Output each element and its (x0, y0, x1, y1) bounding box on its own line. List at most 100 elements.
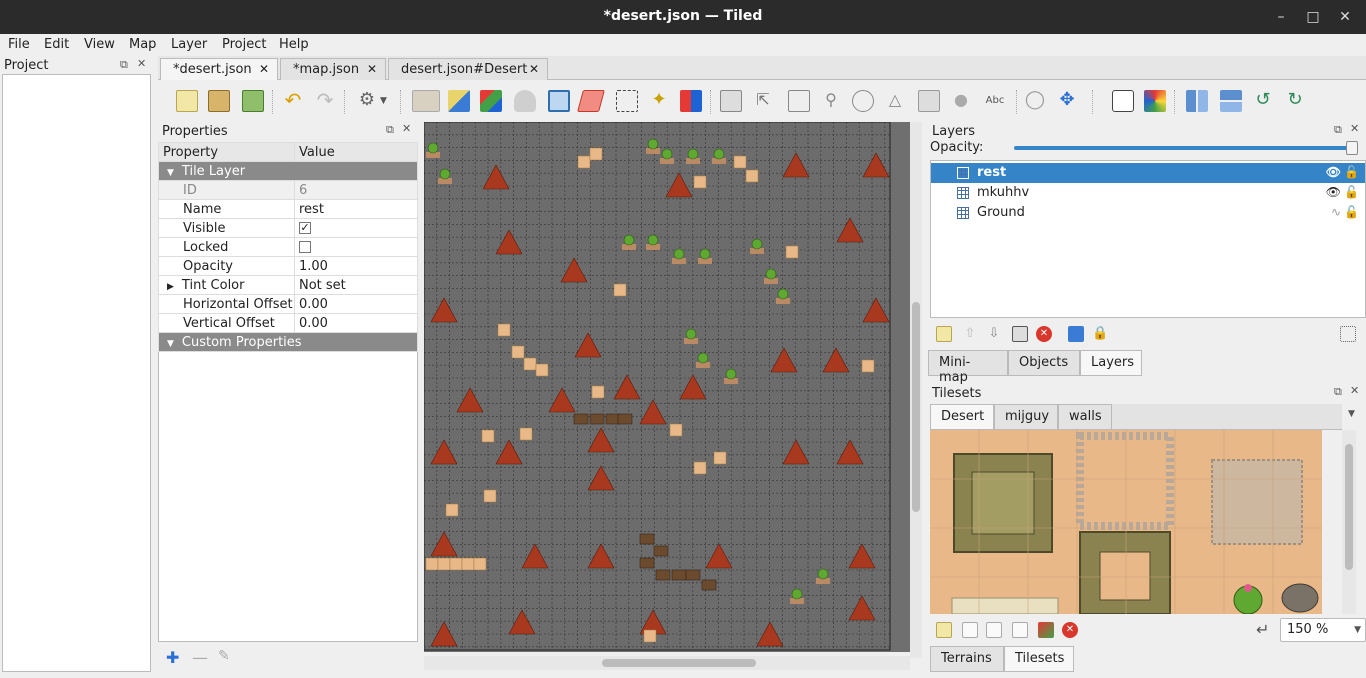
group-tile-layer[interactable]: ▼ Tile Layer (158, 161, 418, 181)
property-value[interactable]: rest (294, 199, 418, 219)
export-tileset-icon[interactable] (986, 622, 1002, 638)
tileset-view[interactable] (930, 430, 1322, 614)
scroll-thumb[interactable] (1345, 444, 1353, 570)
chevron-down-icon[interactable]: ▼ (1348, 409, 1355, 419)
scroll-thumb[interactable] (602, 659, 756, 667)
zoom-select[interactable]: 150 % ▼ (1280, 618, 1366, 642)
tab-desert-tileset[interactable]: desert.json#Desert ✕ (388, 58, 548, 80)
lock-icon[interactable]: 🔓 (1344, 185, 1359, 199)
random-mode-icon[interactable] (1112, 90, 1134, 112)
redo-icon[interactable]: ↷ (314, 90, 336, 112)
lower-layer-icon[interactable]: ⇩ (986, 326, 1002, 342)
property-row-opacity[interactable]: Opacity 1.00 (158, 256, 418, 276)
move-icon[interactable]: ✥ (1056, 90, 1078, 112)
bucket-fill-icon[interactable] (514, 90, 536, 112)
rotate-left-icon[interactable]: ↺ (1252, 90, 1274, 112)
property-row-vertical-offset[interactable]: Vertical Offset 0.00 (158, 313, 418, 333)
property-value[interactable]: 1.00 (294, 256, 418, 276)
tab-objects[interactable]: Objects (1008, 350, 1080, 376)
rename-property-icon[interactable]: ✎ (218, 648, 230, 664)
rotate-right-icon[interactable]: ↻ (1284, 90, 1306, 112)
new-layer-icon[interactable] (936, 326, 952, 342)
new-map-icon[interactable] (176, 90, 198, 112)
locked-checkbox[interactable] (299, 241, 311, 253)
commands-icon[interactable]: ⚙ (356, 90, 378, 112)
remove-property-icon[interactable]: — (192, 648, 208, 667)
dock-float-icon[interactable]: ⧉ (1334, 123, 1342, 137)
property-row-name[interactable]: Name rest (158, 199, 418, 219)
chevron-down-icon[interactable]: ▼ (380, 90, 390, 112)
property-row-locked[interactable]: Locked (158, 237, 418, 257)
new-tileset-icon[interactable] (936, 622, 952, 638)
insert-template-icon[interactable]: ● (950, 90, 972, 112)
properties-empty-area[interactable] (158, 352, 418, 642)
edit-polygons-icon[interactable]: ⇱ (752, 90, 774, 112)
menu-project[interactable]: Project (222, 37, 266, 52)
open-icon[interactable] (208, 90, 230, 112)
tab-tilesets[interactable]: Tilesets (1004, 646, 1074, 672)
menu-edit[interactable]: Edit (44, 37, 69, 52)
layer-row-rest[interactable]: rest 👁 🔓 (931, 163, 1365, 183)
close-tab-icon[interactable]: ✕ (529, 62, 539, 76)
magic-wand-icon[interactable]: ✦ (648, 90, 670, 112)
duplicate-layer-icon[interactable] (1012, 326, 1028, 342)
add-property-icon[interactable]: ✚ (166, 648, 179, 667)
dock-float-icon[interactable]: ⧉ (386, 123, 394, 137)
tab-layers[interactable]: Layers (1080, 350, 1142, 376)
undo-icon[interactable]: ↶ (282, 90, 304, 112)
insert-ellipse-icon[interactable] (852, 90, 874, 112)
close-tab-icon[interactable]: ✕ (367, 62, 377, 76)
layer-row-ground[interactable]: Ground ∿ 🔓 (931, 203, 1365, 223)
highlight-layer-icon[interactable] (1340, 326, 1356, 342)
insert-text-icon[interactable]: Abc (984, 90, 1006, 112)
tab-walls[interactable]: walls (1058, 404, 1112, 430)
scroll-thumb[interactable] (912, 302, 920, 512)
eraser-icon[interactable] (577, 90, 605, 112)
menu-help[interactable]: Help (279, 37, 309, 52)
tab-mini-map[interactable]: Mini-map (928, 350, 1008, 385)
stamp-brush-icon[interactable] (412, 90, 440, 112)
tab-desert-json[interactable]: *desert.json ✕ (160, 58, 278, 80)
close-icon[interactable]: ✕ (1334, 6, 1356, 28)
tileset-vertical-scrollbar[interactable] (1342, 430, 1356, 614)
insert-rectangle-icon[interactable] (788, 90, 810, 112)
project-tree[interactable] (2, 74, 151, 672)
rectangle-select-icon[interactable] (616, 90, 638, 112)
tab-map-json[interactable]: *map.json ✕ (280, 58, 386, 80)
embed-tileset-icon[interactable] (962, 622, 978, 638)
layer-view-icon[interactable] (1068, 326, 1084, 342)
insert-point-icon[interactable]: ⚲ (820, 90, 842, 112)
menu-layer[interactable]: Layer (171, 37, 207, 52)
wang-brush-icon[interactable] (480, 90, 502, 112)
select-same-tile-icon[interactable] (680, 90, 702, 112)
map-canvas[interactable] (424, 122, 914, 652)
select-objects-icon[interactable] (720, 90, 742, 112)
menu-file[interactable]: File (8, 37, 30, 52)
property-value[interactable]: 0.00 (294, 294, 418, 314)
dock-float-icon[interactable]: ⧉ (120, 58, 128, 72)
maximize-icon[interactable]: □ (1302, 6, 1324, 28)
map-vertical-scrollbar[interactable] (910, 122, 922, 658)
raise-layer-icon[interactable]: ⇧ (962, 326, 978, 342)
property-row-tint-color[interactable]: ▶ Tint Color Not set (158, 275, 418, 295)
flip-vertical-icon[interactable] (1220, 90, 1242, 112)
property-value[interactable]: Not set (294, 275, 418, 295)
chevron-right-icon[interactable]: ▶ (167, 282, 174, 292)
property-row-horizontal-offset[interactable]: Horizontal Offset 0.00 (158, 294, 418, 314)
visible-eye-icon[interactable]: 👁 (1326, 165, 1341, 179)
dock-close-icon[interactable]: ✕ (137, 57, 146, 70)
hidden-eye-icon[interactable]: ∿ (1331, 205, 1341, 219)
terrain-brush-icon[interactable] (448, 90, 470, 112)
tab-mijguy[interactable]: mijguy (994, 404, 1058, 430)
delete-layer-icon[interactable]: ✕ (1036, 326, 1052, 342)
property-row-visible[interactable]: Visible ✓ (158, 218, 418, 238)
visible-checkbox[interactable]: ✓ (299, 222, 311, 234)
dock-close-icon[interactable]: ✕ (1350, 122, 1359, 135)
tab-terrains[interactable]: Terrains (930, 646, 1004, 672)
map-horizontal-scrollbar[interactable] (424, 656, 910, 670)
minimize-icon[interactable]: – (1270, 6, 1292, 28)
tileset-properties-icon[interactable] (1038, 622, 1054, 638)
insert-polygon-icon[interactable]: △ (884, 90, 906, 112)
column-header-property[interactable]: Property (158, 142, 295, 162)
column-header-value[interactable]: Value (294, 142, 418, 162)
